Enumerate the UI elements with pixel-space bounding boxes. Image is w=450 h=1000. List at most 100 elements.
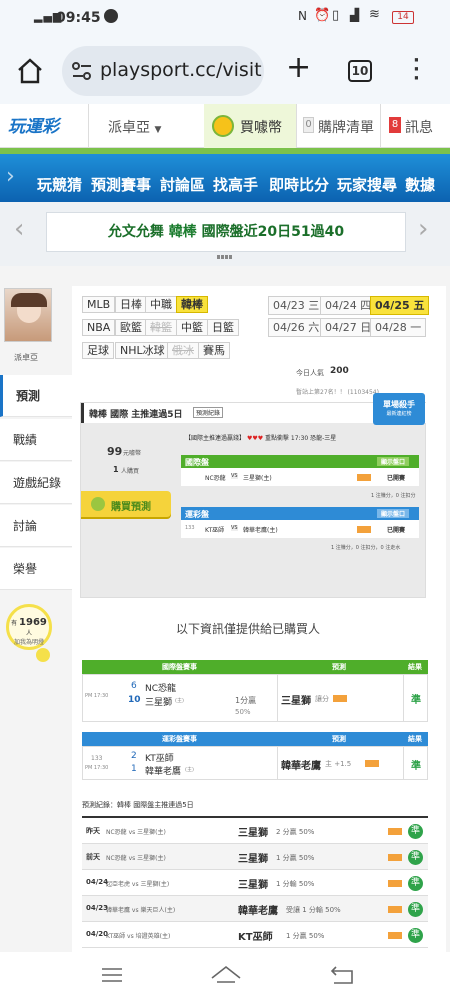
pick-title: 韓棒 國際 主推連過5日 [89,410,183,420]
home-icon[interactable] [16,58,44,84]
record-pick: 韓華老鷹 [238,906,278,917]
record-row: 04/23 韓華老鷹 vs 樂天巨人(主) 韓華老鷹 受讓 1 分輸 50% 準 [82,896,428,922]
mini-run-note: 1 注賺分，0 注扣分，0 注走水 [331,545,401,551]
home-nav-icon[interactable] [210,964,242,984]
back-icon[interactable] [330,965,356,985]
vibrate-icon: ▯ [332,8,340,23]
headline-box[interactable]: 允文允舞 韓棒 國際盤近20日51過40 [46,212,406,252]
message-link[interactable]: 訊息 [405,117,433,137]
league-bleague[interactable]: 日籃 [207,319,239,336]
nav-item[interactable]: 玩競猜 [37,174,82,195]
coin-icon [91,497,105,511]
recent-apps-icon[interactable] [100,966,124,984]
chevron-left-icon[interactable]: ‹ [14,214,24,244]
league-nhl[interactable]: NHL冰球 [115,342,170,359]
date-0424[interactable]: 04/24 四 [320,296,377,315]
fan-subtext: 加我為明燈 [13,639,44,646]
league-kbl: 韓籃 [145,319,177,336]
league-kbo[interactable]: 韓棒 [176,296,208,313]
nav-item[interactable]: 玩家搜尋 [337,174,397,195]
date-0425[interactable]: 04/25 五 [370,296,430,315]
show-odds-button[interactable]: 顯示盤口 [377,509,410,518]
user-menu[interactable]: 派卓亞 ▼ [108,117,161,137]
league-soccer[interactable]: 足球 [82,342,114,359]
result-check-icon: 準 [408,876,423,891]
record-date: 04/23 [86,904,109,912]
tab-game-history[interactable]: 遊戲紀錄 [0,462,72,504]
price: 99 [107,445,123,458]
nav-item[interactable]: 討論區 [160,174,205,195]
message-count-badge: 8 [389,117,401,133]
record-pick: 三星獅 [238,828,268,839]
show-odds-button[interactable]: 顯示盤口 [377,457,410,466]
price-unit: 元噱幣 [123,450,142,457]
chevron-down-icon: ▼ [154,125,162,135]
record-match: KT巫師 vs 培證英雄(主) [106,933,171,940]
headline-label: 【國際主推連過贏錢】 [185,435,246,442]
league-cpbl[interactable]: 中職 [145,296,177,313]
result-check-icon: 準 [408,824,423,839]
record-line: 2 分贏 50% [276,828,315,836]
nfc-icon: N [298,9,307,23]
result-check-icon: 準 [408,928,423,943]
date-0423[interactable]: 04/23 三 [268,296,325,315]
result-mark: 準 [411,695,421,706]
date-0427[interactable]: 04/27 日 [320,318,377,337]
cart-count-badge: 0 [303,117,314,133]
league-euro[interactable]: 歐籃 [115,319,147,336]
heart-icon: ♥♥♥ [246,435,264,442]
score-icon [388,828,402,835]
site-logo[interactable]: 玩運彩 [8,112,59,137]
new-tab-icon[interactable]: + [286,50,311,85]
run-table-row: 133 PM 17:30 2 KT巫師 1 韓華老鷹 (主) 韓華老鷹 主 +1… [82,746,428,780]
badge-subtitle: 最新連紅榜 [386,411,412,417]
menu-icon[interactable]: · · · [413,52,420,88]
status-bar: ▂▄▆ 09:45 N ⏰ ▯ ▟ ≋ 14 [0,0,450,38]
record-button[interactable]: 預測紀錄 [193,407,224,418]
avatar[interactable] [4,288,52,342]
tab-discussion[interactable]: 討論 [0,505,72,547]
chevron-right-icon[interactable]: › [418,214,428,244]
league-mlb[interactable]: MLB [82,296,116,313]
main-nav: › 玩競猜 預測賽事 討論區 找高手 即時比分 玩家搜尋 數據 [0,148,450,202]
killer-badge: 單場殺手 最新連紅榜 [373,393,425,425]
visitors-label: 今日人氣 [296,369,324,377]
nav-item[interactable]: 數據 [405,174,435,195]
league-khl: 俄冰 [167,342,199,359]
buy-coins-button[interactable]: 買噱幣 [204,104,296,148]
url-field[interactable]: playsport.cc/visit [62,46,264,96]
site-header: 玩運彩 派卓亞 ▼ 買噱幣 0 購牌清單 8 訊息 [0,104,450,148]
site-settings-icon[interactable] [72,62,92,80]
pick-card: 韓棒 國際 主推連過5日 預測紀錄 單場殺手 最新連紅榜 99 元噱幣 1 人購… [80,393,427,598]
headline-stat: 國際盤近20日51過40 [201,224,345,240]
rank-text: 暫站上第27名！！ (1103454) [296,389,379,396]
nav-item[interactable]: 預測賽事 [91,174,151,195]
league-nba[interactable]: NBA [82,319,116,336]
buy-prediction-button[interactable]: 購買預測 [81,491,171,517]
nav-item[interactable]: 即時比分 [269,174,329,195]
league-racing[interactable]: 賽馬 [198,342,230,359]
cart-link[interactable]: 購牌清單 [318,117,374,137]
result-check-icon: 準 [408,902,423,917]
sidebar: 派卓亞 預測 戰績 遊戲紀錄 討論 榮譽 有 1969 人 加我為明燈 [0,266,72,952]
tab-record[interactable]: 戰績 [0,419,72,461]
visitors-count: 200 [330,366,349,376]
date-0428[interactable]: 04/28 一 [370,318,427,337]
tab-count-button[interactable]: 10 [348,60,372,82]
league-sbl[interactable]: 中籃 [176,319,208,336]
record-pick: 三星獅 [238,854,268,865]
nav-item[interactable]: 找高手 [213,174,258,195]
tab-prediction[interactable]: 預測 [0,375,72,417]
coin-icon [212,115,234,137]
record-match: NC恐龍 vs 三星獅(主) [106,855,166,862]
fan-lamp[interactable]: 有 1969 人 加我為明燈 [6,604,52,650]
record-match: NC恐龍 vs 三星獅(主) [106,829,166,836]
date-0426[interactable]: 04/26 六 [268,318,325,337]
run-table-header: 運彩盤賽事 預測 結果 [82,732,428,746]
mini-inter-header: 國際盤 顯示盤口 [181,455,419,468]
record-row: 前天 NC恐龍 vs 三星獅(主) 三星獅 1 分贏 50% 準 [82,844,428,870]
league-npb[interactable]: 日棒 [115,296,147,313]
content-area: 派卓亞 預測 戰績 遊戲紀錄 討論 榮譽 有 1969 人 加我為明燈 MLB … [0,266,450,952]
tab-honor[interactable]: 榮譽 [0,548,72,590]
battery-icon: 14 [392,11,414,24]
